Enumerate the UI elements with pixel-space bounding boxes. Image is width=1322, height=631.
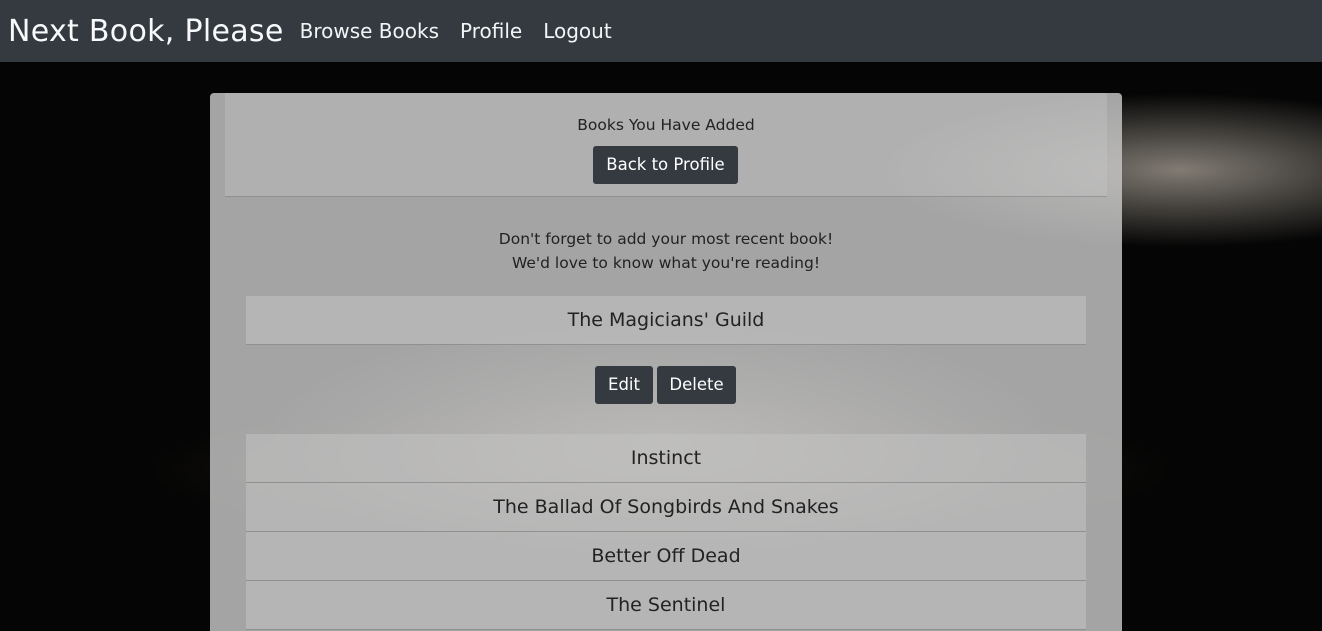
reminder-message: Don't forget to add your most recent boo… xyxy=(210,227,1122,275)
reminder-line-1: Don't forget to add your most recent boo… xyxy=(498,230,834,248)
book-item[interactable]: The Ballad Of Songbirds And Snakes xyxy=(246,483,1086,532)
book-item-selected[interactable]: The Magicians' Guild xyxy=(246,296,1086,345)
reminder-line-2: We'd love to know what you're reading! xyxy=(511,254,821,272)
back-to-profile-button[interactable]: Back to Profile xyxy=(593,146,738,184)
card-header: Books You Have Added Back to Profile xyxy=(225,93,1107,197)
brand-link[interactable]: Next Book, Please xyxy=(8,14,284,49)
book-item[interactable]: Better Off Dead xyxy=(246,532,1086,581)
nav-profile[interactable]: Profile xyxy=(460,19,522,43)
delete-button[interactable]: Delete xyxy=(657,366,736,404)
nav-browse-books[interactable]: Browse Books xyxy=(300,19,439,43)
book-item[interactable]: Instinct xyxy=(246,434,1086,483)
navbar: Next Book, Please Browse Books Profile L… xyxy=(0,0,1322,62)
page-title: Books You Have Added xyxy=(577,116,755,134)
edit-button[interactable]: Edit xyxy=(595,366,653,404)
nav-logout[interactable]: Logout xyxy=(543,19,611,43)
book-item[interactable]: The Sentinel xyxy=(246,581,1086,630)
books-card: Books You Have Added Back to Profile Don… xyxy=(210,93,1122,631)
